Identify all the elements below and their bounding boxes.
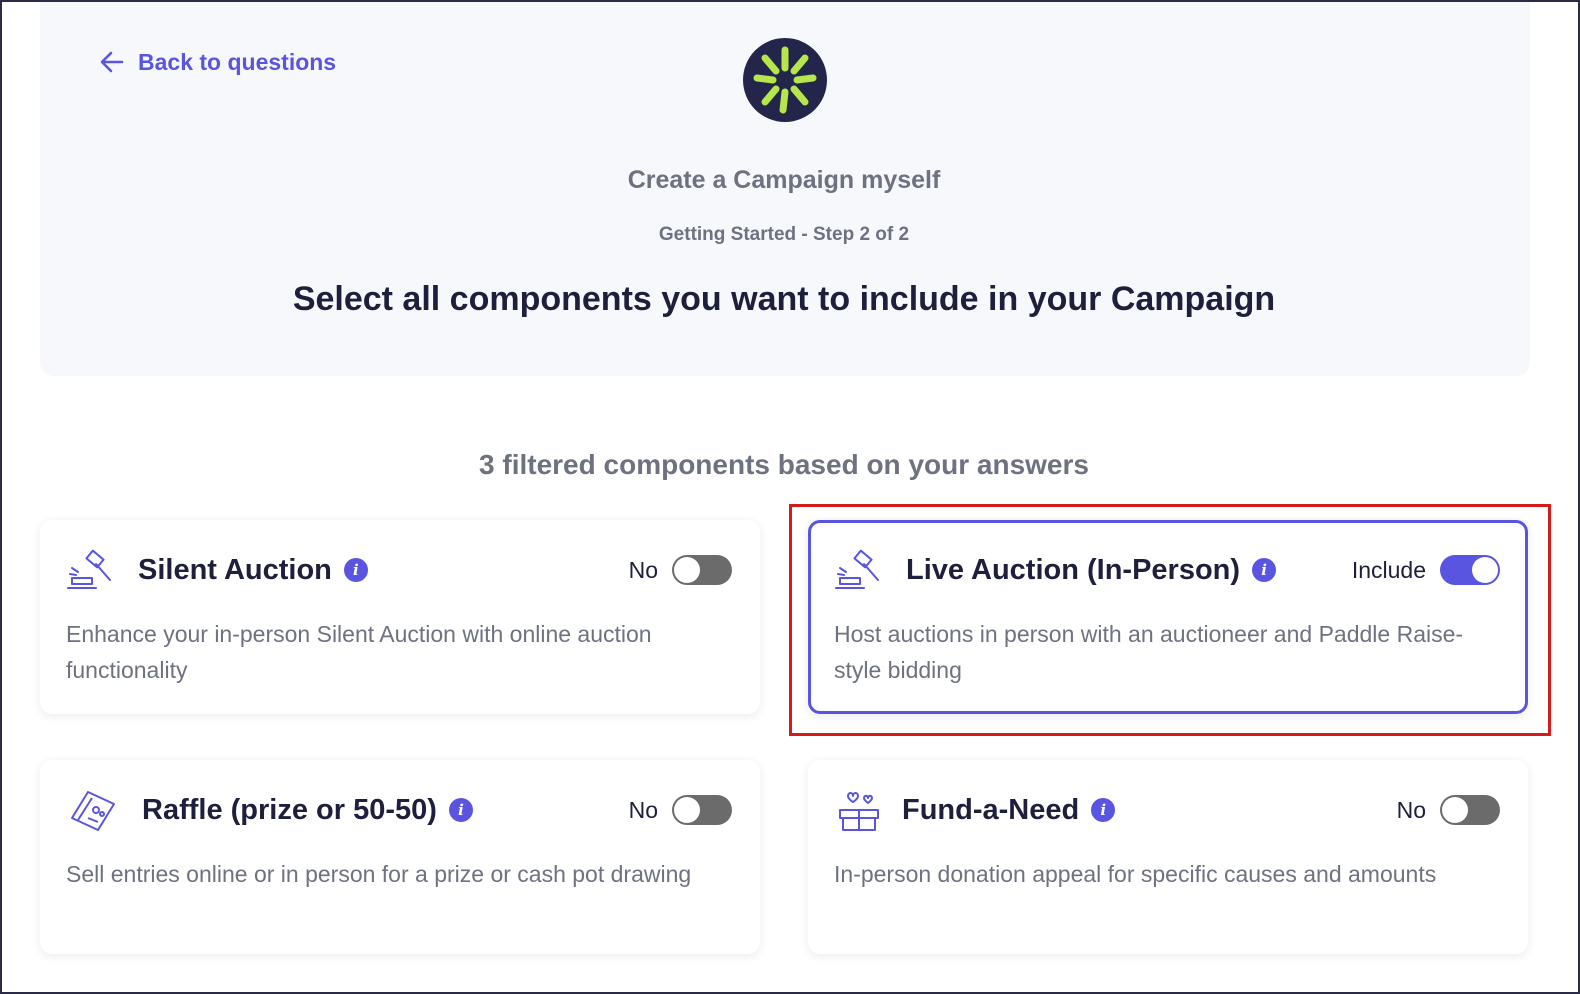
- include-toggle[interactable]: [1440, 555, 1500, 585]
- component-title: Raffle (prize or 50-50): [142, 793, 437, 826]
- component-card-raffle[interactable]: Raffle (prize or 50-50) i No Sell entrie…: [40, 760, 760, 954]
- arrow-left-icon: [100, 51, 124, 73]
- component-title: Fund-a-Need: [902, 793, 1080, 826]
- component-title-row: Raffle (prize or 50-50) i: [142, 790, 473, 830]
- include-toggle[interactable]: [672, 555, 732, 585]
- component-card-fund-a-need[interactable]: Fund-a-Need i No In-person donation appe…: [808, 760, 1528, 954]
- include-toggle[interactable]: [672, 795, 732, 825]
- component-title-row: Live Auction (In-Person) i: [906, 550, 1277, 590]
- include-toggle-group: No: [629, 554, 732, 586]
- page-subtitle: Create a Campaign myself: [627, 166, 941, 194]
- info-icon[interactable]: i: [343, 558, 368, 582]
- toggle-label: Include: [1351, 556, 1426, 583]
- toggle-label: No: [628, 556, 658, 583]
- component-description: Enhance your in-person Silent Auction wi…: [66, 621, 652, 683]
- back-link-label: Back to questions: [138, 48, 337, 75]
- brand-logo: [743, 38, 827, 122]
- step-indicator: Getting Started - Step 2 of 2: [658, 224, 910, 245]
- gavel-icon: [835, 549, 879, 589]
- component-title: Silent Auction: [138, 553, 332, 586]
- include-toggle-group: No: [629, 794, 732, 826]
- include-toggle-group: Include: [1352, 554, 1500, 586]
- page-title: Select all components you want to includ…: [292, 280, 1276, 318]
- gavel-icon: [67, 549, 111, 589]
- component-description: Host auctions in person with an auctione…: [834, 621, 1464, 683]
- info-icon[interactable]: i: [448, 798, 473, 822]
- component-title-row: Fund-a-Need i: [902, 790, 1116, 830]
- include-toggle[interactable]: [1440, 795, 1500, 825]
- component-title-row: Silent Auction i: [138, 550, 368, 590]
- component-description: Sell entries online or in person for a p…: [66, 861, 692, 887]
- include-toggle-group: No: [1397, 794, 1500, 826]
- app-window: Back to questions Create a Campaign myse…: [0, 0, 1580, 994]
- filter-summary: 3 filtered components based on your answ…: [479, 449, 1089, 480]
- component-title: Live Auction (In-Person): [906, 553, 1241, 586]
- info-icon[interactable]: i: [1252, 558, 1277, 582]
- back-to-questions-link[interactable]: Back to questions: [98, 46, 336, 78]
- ticket-icon: [71, 791, 115, 831]
- info-icon[interactable]: i: [1091, 798, 1116, 822]
- component-card-live-auction[interactable]: Live Auction (In-Person) i Include Host …: [808, 520, 1528, 714]
- component-description: In-person donation appeal for specific c…: [834, 861, 1437, 887]
- toggle-label: No: [1396, 796, 1426, 823]
- gift-box-hearts-icon: [839, 792, 879, 831]
- toggle-label: No: [628, 796, 658, 823]
- component-card-silent-auction[interactable]: Silent Auction i No Enhance your in-pers…: [40, 520, 760, 714]
